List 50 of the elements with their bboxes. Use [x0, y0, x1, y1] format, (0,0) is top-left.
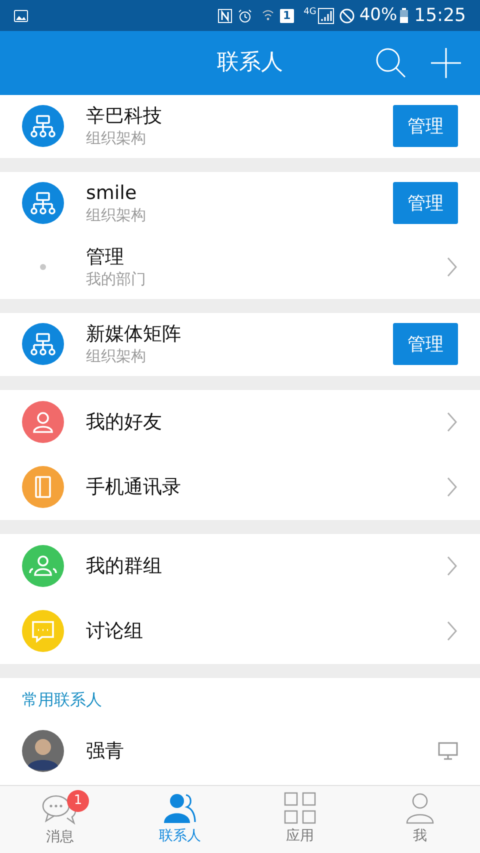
- page-title: 联系人: [217, 49, 283, 78]
- chevron-icon: [446, 555, 458, 578]
- signal-icon: [318, 8, 334, 24]
- nfc-icon: [218, 8, 232, 23]
- department-name: 管理: [86, 244, 125, 269]
- chevron-icon: [446, 256, 458, 278]
- chevron-icon: [446, 476, 458, 498]
- tab[interactable]: 消息 1: [0, 786, 120, 853]
- search-icon[interactable]: [375, 46, 407, 79]
- org-chart-icon: [22, 105, 64, 148]
- person-icon: [404, 792, 436, 824]
- grid-icon: [284, 792, 316, 824]
- monitor-icon: [438, 742, 458, 760]
- clock: 15:25: [414, 4, 466, 28]
- category-label: 我的群组: [86, 554, 163, 579]
- battery-icon: [400, 8, 408, 24]
- tab[interactable]: 应用: [240, 786, 360, 853]
- network-type: 4G: [304, 6, 316, 19]
- contact-row[interactable]: 强青: [0, 718, 480, 785]
- do-not-disturb-icon: [339, 8, 356, 24]
- org-chart-icon: [22, 182, 64, 224]
- category-label: 我的好友: [86, 410, 163, 435]
- add-icon[interactable]: [431, 48, 461, 78]
- unread-badge: 1: [67, 790, 89, 812]
- org-name: 新媒体矩阵: [86, 322, 182, 346]
- org-chart-icon: [22, 323, 64, 366]
- category-label: 手机通讯录: [86, 474, 182, 500]
- department-subtitle: 我的部门: [86, 268, 147, 289]
- sim-badge: 1: [280, 8, 294, 23]
- tab[interactable]: 我: [360, 786, 480, 853]
- contact-name: 强青: [86, 738, 125, 764]
- org-name: smile: [86, 181, 138, 206]
- contacts-icon: [163, 792, 197, 824]
- manage-button[interactable]: 管理: [393, 105, 458, 148]
- alarm-icon: [238, 8, 252, 23]
- org-name: 辛巴科技: [86, 104, 163, 128]
- org-subtitle: 组织架构: [86, 128, 147, 148]
- avatar: [22, 730, 64, 772]
- manage-button[interactable]: 管理: [393, 182, 458, 224]
- image-icon: [14, 10, 28, 22]
- chevron-icon: [446, 620, 458, 642]
- section-label: 常用联系人: [21, 688, 103, 711]
- category-label: 讨论组: [86, 618, 144, 644]
- tab[interactable]: 联系人: [120, 786, 240, 853]
- chevron-icon: [446, 411, 458, 434]
- battery-percent: 40%: [359, 4, 398, 27]
- org-subtitle: 组织架构: [86, 346, 147, 366]
- org-subtitle: 组织架构: [86, 205, 147, 226]
- manage-button[interactable]: 管理: [393, 323, 458, 366]
- wifi-icon: [262, 8, 274, 23]
